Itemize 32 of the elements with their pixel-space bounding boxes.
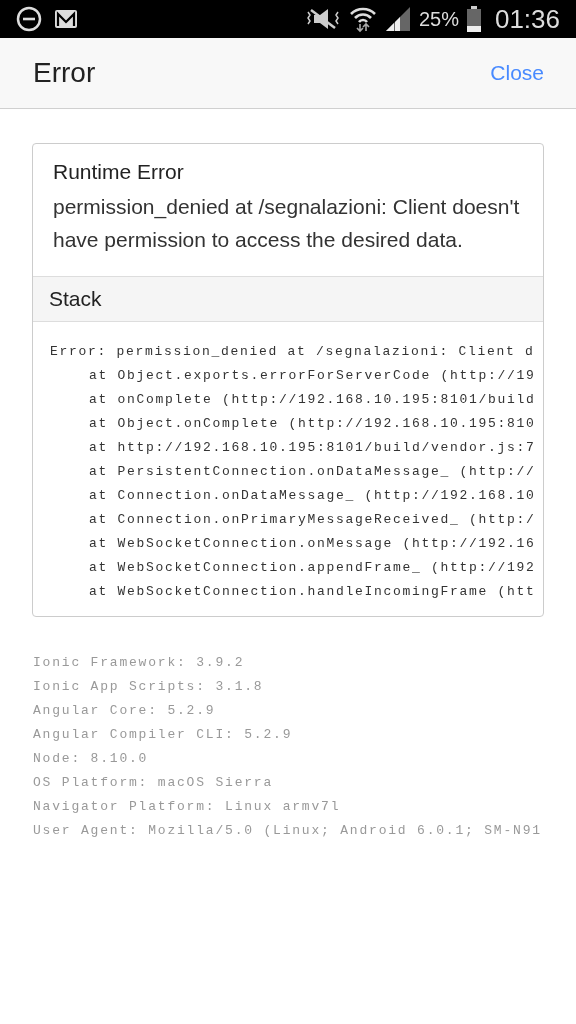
stack-title: Stack	[49, 287, 102, 310]
environment-line: Navigator Platform: Linux armv7l	[33, 798, 342, 816]
stack-line: Error: permission_denied at /segnalazioni: Client d	[50, 343, 536, 361]
environment-line: Ionic Framework: 3.9.2	[33, 654, 246, 672]
environment-line: Node: 8.10.0	[33, 750, 150, 768]
signal-icon	[384, 6, 411, 32]
mute-icon	[304, 6, 341, 32]
error-title: Runtime Error	[53, 160, 185, 184]
battery-icon	[466, 6, 481, 32]
environment-line: Angular Core: 5.2.9	[33, 702, 217, 720]
stack-line: at Object.onComplete (http://192.168.10.195:810	[88, 415, 537, 433]
stack-line: at PersistentConnection.onDataMessage_ (http://	[88, 463, 537, 481]
environment-line: OS Platform: macOS Sierra	[33, 774, 275, 792]
stack-line: at http://192.168.10.195:8101/build/vendor.js:7	[88, 439, 537, 457]
environment-line: User Agent: Mozilla/5.0 (Linux; Android 6.0.1; SM-N91	[33, 822, 543, 840]
stack-line: at Connection.onPrimaryMessageReceived_ (http:/	[88, 511, 537, 529]
stack-line: at Object.exports.errorForServerCode (http://19	[88, 367, 537, 385]
battery-percent: 25%	[418, 7, 459, 31]
wifi-icon	[348, 5, 377, 33]
stack-line: at WebSocketConnection.handleIncomingFrame (htt	[88, 583, 537, 601]
close-button[interactable]: Close	[490, 61, 544, 85]
stack-line: at onComplete (http://192.168.10.195:8101/build	[88, 391, 537, 409]
stack-line: at WebSocketConnection.appendFrame_ (http://192	[88, 559, 537, 577]
stack-line: at Connection.onDataMessage_ (http://192.168.10	[88, 487, 537, 505]
environment-line: Angular Compiler CLI: 5.2.9	[33, 726, 294, 744]
do-not-disturb-icon	[16, 6, 42, 32]
error-message: permission_denied at /segnalazioni: Client doesn't have permission to access the desired data.	[53, 194, 521, 253]
environment-line: Ionic App Scripts: 3.1.8	[33, 678, 265, 696]
clock: 01:36	[494, 3, 560, 35]
mail-icon	[54, 8, 78, 30]
stack-line: at WebSocketConnection.onMessage (http://192.16	[88, 535, 537, 553]
page-title: Error	[33, 57, 96, 89]
